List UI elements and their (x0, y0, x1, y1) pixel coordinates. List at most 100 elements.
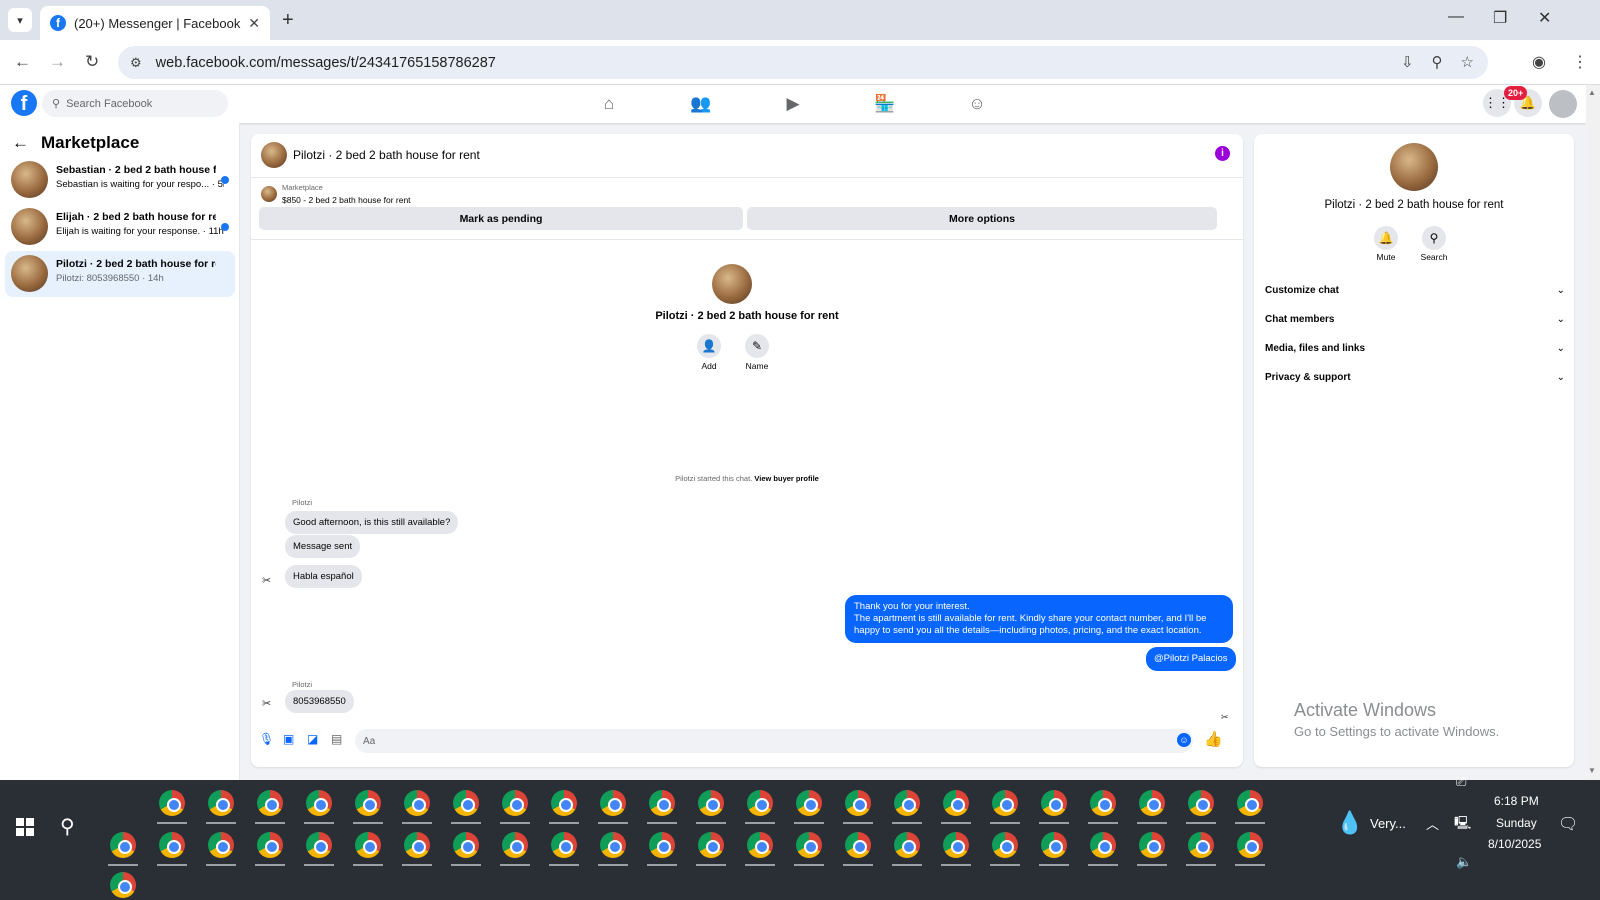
weather-text[interactable]: Very... (1370, 816, 1406, 831)
chrome-taskbar-icon[interactable] (747, 790, 773, 816)
chat-header-avatar[interactable] (261, 142, 287, 168)
forward-arrow-icon[interactable]: → (49, 52, 66, 72)
taskbar-date[interactable]: 8/10/2025 (1488, 837, 1541, 851)
groups-icon[interactable]: ☺ (966, 94, 988, 114)
edit-name-pencil-icon[interactable]: ✎ (745, 334, 769, 358)
chrome-taskbar-icon[interactable] (796, 832, 822, 858)
chrome-taskbar-icon[interactable] (453, 790, 479, 816)
media-files-links-section[interactable]: Media, files and links ⌄ (1265, 337, 1565, 359)
more-options-button[interactable]: More options (747, 207, 1217, 230)
chrome-taskbar-icon[interactable] (943, 790, 969, 816)
microphone-icon[interactable]: 🎙 (259, 732, 274, 746)
privacy-support-section[interactable]: Privacy & support ⌄ (1265, 366, 1565, 388)
chat-members-section[interactable]: Chat members ⌄ (1265, 308, 1565, 330)
chrome-taskbar-icon[interactable] (1090, 790, 1116, 816)
info-icon[interactable]: i (1215, 146, 1230, 161)
chrome-taskbar-icon[interactable] (159, 832, 185, 858)
chrome-taskbar-icon[interactable] (1139, 790, 1165, 816)
facebook-search-input[interactable]: ⚲ Search Facebook (42, 90, 228, 117)
conversation-item-sebastian[interactable]: Sebastian · 2 bed 2 bath house f... Seba… (5, 157, 235, 203)
outgoing-mention-bubble[interactable]: @Pilotzi Palacios (1146, 647, 1236, 671)
scroll-down-arrow-icon[interactable]: ▼ (1588, 766, 1596, 775)
tab-list-chevron-icon[interactable]: ▾ (8, 8, 32, 32)
chrome-taskbar-icon[interactable] (306, 832, 332, 858)
chrome-taskbar-icon[interactable] (1237, 790, 1263, 816)
chrome-taskbar-icon[interactable] (1188, 832, 1214, 858)
chrome-taskbar-icon[interactable] (649, 832, 675, 858)
bookmark-star-icon[interactable]: ☆ (1461, 53, 1474, 71)
conversation-item-elijah[interactable]: Elijah · 2 bed 2 bath house for rent Eli… (5, 204, 235, 250)
chrome-taskbar-icon[interactable] (698, 790, 724, 816)
conversation-item-pilotzi[interactable]: Pilotzi · 2 bed 2 bath house for rent Pi… (5, 251, 235, 297)
back-arrow-icon[interactable]: ← (12, 133, 29, 153)
chrome-taskbar-icon[interactable] (747, 832, 773, 858)
chrome-taskbar-icon[interactable] (600, 790, 626, 816)
chrome-taskbar-icon[interactable] (404, 790, 430, 816)
window-restore-icon[interactable]: ❐ (1493, 8, 1507, 28)
chrome-taskbar-icon[interactable] (1041, 790, 1067, 816)
browser-tab-messenger[interactable]: f (20+) Messenger | Facebook ✕ (40, 6, 270, 40)
chrome-taskbar-icon[interactable] (208, 790, 234, 816)
sticker-icon[interactable]: ◪ (307, 732, 318, 746)
mark-as-pending-button[interactable]: Mark as pending (259, 207, 743, 230)
chrome-taskbar-icon[interactable] (306, 790, 332, 816)
chrome-taskbar-icon[interactable] (845, 832, 871, 858)
chrome-taskbar-icon[interactable] (502, 790, 528, 816)
chrome-taskbar-icon[interactable] (992, 832, 1018, 858)
taskbar-search-icon[interactable]: ⚲ (60, 814, 75, 839)
site-info-icon[interactable]: ⚙ (130, 55, 142, 71)
marketplace-icon[interactable]: 🏪 (874, 94, 896, 114)
chrome-taskbar-icon[interactable] (894, 790, 920, 816)
show-hidden-icons-chevron-icon[interactable]: ︿ (1426, 814, 1439, 833)
back-arrow-icon[interactable]: ← (14, 52, 31, 72)
chrome-taskbar-icon[interactable] (257, 790, 283, 816)
chrome-taskbar-icon[interactable] (355, 832, 381, 858)
reload-icon[interactable]: ↻ (85, 52, 99, 72)
chrome-taskbar-icon[interactable] (600, 832, 626, 858)
scroll-up-arrow-icon[interactable]: ▲ (1588, 88, 1596, 97)
notification-center-icon[interactable]: 🗨 (1558, 814, 1578, 834)
chrome-taskbar-icon[interactable] (404, 832, 430, 858)
windows-start-icon[interactable] (16, 818, 34, 836)
add-person-icon[interactable]: 👤 (697, 334, 721, 358)
new-tab-plus-icon[interactable]: + (282, 9, 294, 32)
home-icon[interactable]: ⌂ (598, 94, 620, 114)
chrome-taskbar-icon[interactable] (894, 832, 920, 858)
chrome-taskbar-icon[interactable] (551, 790, 577, 816)
chrome-taskbar-icon[interactable] (1139, 832, 1165, 858)
friends-icon[interactable]: 👥 (690, 94, 712, 114)
install-app-icon[interactable]: ⇩ (1401, 53, 1414, 71)
listing-thumbnail[interactable] (261, 186, 277, 202)
chrome-taskbar-icon[interactable] (649, 790, 675, 816)
url-text[interactable]: web.facebook.com/messages/t/243417651587… (156, 55, 496, 71)
profile-account-icon[interactable]: ◉ (1532, 52, 1546, 72)
chrome-taskbar-icon[interactable] (110, 832, 136, 858)
gif-icon[interactable]: ▤ (331, 732, 342, 746)
taskbar-time[interactable]: 6:18 PM (1494, 794, 1539, 808)
url-omnibox[interactable]: ⚙ web.facebook.com/messages/t/2434176515… (118, 46, 1488, 79)
emoji-icon[interactable]: ☺ (1177, 733, 1191, 747)
chrome-taskbar-icon[interactable] (453, 832, 479, 858)
photo-icon[interactable]: ▣ (283, 732, 294, 746)
chrome-taskbar-icon[interactable] (159, 790, 185, 816)
view-buyer-profile-link[interactable]: View buyer profile (754, 474, 818, 483)
chrome-taskbar-icon[interactable] (208, 832, 234, 858)
meet-now-icon[interactable]: ⎚ (1456, 774, 1466, 790)
taskbar-day[interactable]: Sunday (1496, 816, 1537, 830)
chrome-taskbar-icon[interactable] (502, 832, 528, 858)
chrome-taskbar-icon[interactable] (551, 832, 577, 858)
chrome-taskbar-icon[interactable] (355, 790, 381, 816)
window-minimize-icon[interactable]: — (1448, 8, 1464, 26)
chat-title[interactable]: Pilotzi · 2 bed 2 bath house for rent (293, 148, 480, 162)
tab-close-icon[interactable]: ✕ (248, 15, 260, 32)
chrome-taskbar-icon[interactable] (992, 790, 1018, 816)
chrome-taskbar-icon[interactable] (698, 832, 724, 858)
message-input[interactable]: Aa (355, 729, 1193, 753)
thumbs-up-icon[interactable]: 👍 (1204, 730, 1223, 748)
window-close-icon[interactable]: ✕ (1538, 8, 1551, 28)
profile-avatar[interactable] (1549, 90, 1577, 118)
zoom-icon[interactable]: ⚲ (1432, 53, 1443, 71)
customize-chat-section[interactable]: Customize chat ⌄ (1265, 279, 1565, 301)
page-scrollbar[interactable] (1586, 85, 1600, 780)
chrome-taskbar-icon[interactable] (1041, 832, 1067, 858)
